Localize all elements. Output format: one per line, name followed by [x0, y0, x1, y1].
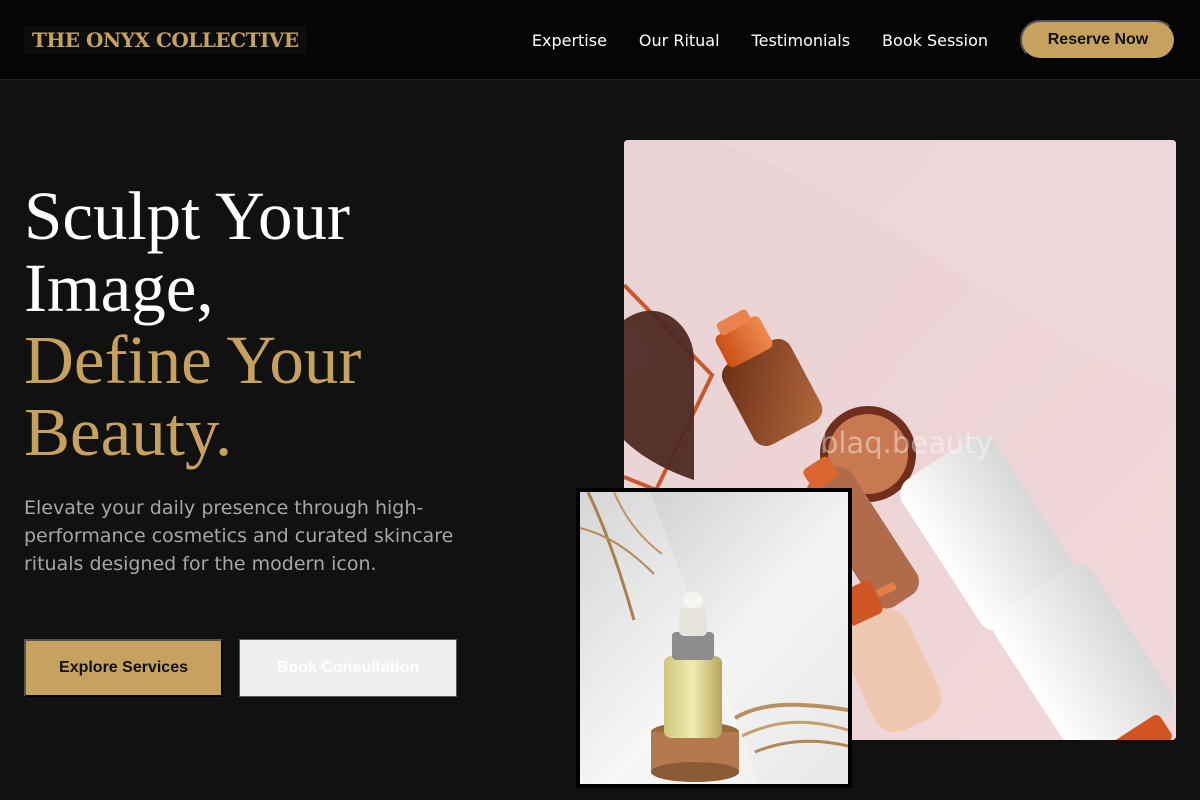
hero-heading-line: Image,: [24, 250, 214, 326]
brand-logo[interactable]: THE ONYX COLLECTIVE: [24, 26, 307, 54]
nav-link-testimonials[interactable]: Testimonials: [752, 31, 851, 50]
image-watermark: blaq.beauty: [820, 426, 993, 460]
explore-services-button[interactable]: Explore Services: [24, 639, 223, 697]
top-navigation-bar: THE ONYX COLLECTIVE Expertise Our Ritual…: [0, 0, 1200, 80]
serum-bottle-photo: [576, 488, 852, 788]
hero-heading: Sculpt Your Image, Define Your Beauty.: [24, 180, 361, 468]
hero-heading-accent-line: Beauty.: [24, 394, 233, 470]
hero-heading-line: Sculpt Your: [24, 178, 350, 254]
nav-link-book-session[interactable]: Book Session: [882, 31, 988, 50]
book-consultation-button[interactable]: Book Consultation: [239, 639, 457, 697]
hero-description: Elevate your daily presence through high…: [24, 497, 454, 575]
primary-navigation: Expertise Our Ritual Testimonials Book S…: [532, 0, 988, 80]
hero-heading-accent-line: Define Your: [24, 322, 362, 398]
nav-link-our-ritual[interactable]: Our Ritual: [639, 31, 720, 50]
nav-link-expertise[interactable]: Expertise: [532, 31, 607, 50]
reserve-now-button[interactable]: Reserve Now: [1020, 20, 1176, 60]
